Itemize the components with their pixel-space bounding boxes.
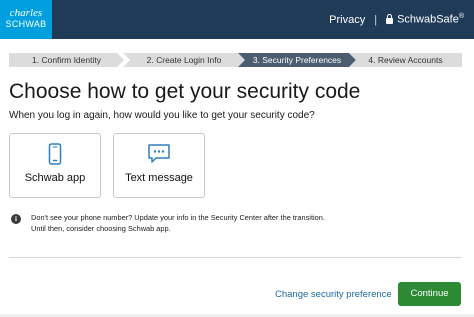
option-schwab-app-label: Schwab app xyxy=(24,172,86,184)
schwab-logo[interactable]: charles SCHWAB xyxy=(0,0,52,39)
info-line-1: Don't see your phone number? Update your… xyxy=(31,213,325,222)
info-text: Don't see your phone number? Update your… xyxy=(31,212,325,234)
registered-mark: ® xyxy=(458,13,464,21)
option-schwab-app[interactable]: Schwab app xyxy=(9,133,101,198)
lock-icon xyxy=(386,13,394,24)
schwabsafe-link[interactable]: SchwabSafe® xyxy=(386,13,464,26)
step-security-preferences: 3. Security Preferences xyxy=(238,53,356,67)
privacy-link[interactable]: Privacy xyxy=(329,14,365,26)
info-line-2: Until then, consider choosing Schwab app… xyxy=(31,224,171,233)
page-subtitle: When you log in again, how would you lik… xyxy=(9,110,315,121)
option-text-message-label: Text message xyxy=(125,172,193,184)
logo-line-2: SCHWAB xyxy=(5,19,47,29)
step-confirm-identity: 1. Confirm Identity xyxy=(9,53,124,67)
progress-steps: 1. Confirm Identity 2. Create Login Info… xyxy=(9,53,462,67)
nav-separator: | xyxy=(374,13,378,26)
step-create-login-info: 2. Create Login Info xyxy=(123,53,245,67)
phone-icon xyxy=(10,143,100,165)
chat-bubble-icon xyxy=(114,143,204,165)
info-icon: i xyxy=(11,214,21,224)
change-security-preference-link[interactable]: Change security preference xyxy=(275,289,392,300)
continue-button[interactable]: Continue xyxy=(398,282,461,306)
logo-line-1: charles xyxy=(9,7,43,19)
step-review-accounts: 4. Review Accounts xyxy=(349,53,462,67)
footer-divider xyxy=(9,257,462,258)
info-note: i Don't see your phone number? Update yo… xyxy=(10,212,470,234)
top-bar: charles SCHWAB Privacy | SchwabSafe® xyxy=(0,0,474,39)
option-text-message[interactable]: Text message xyxy=(113,133,205,198)
schwabsafe-label: SchwabSafe xyxy=(397,13,459,26)
top-nav: Privacy | SchwabSafe® xyxy=(329,0,464,39)
page-title: Choose how to get your security code xyxy=(9,80,361,103)
